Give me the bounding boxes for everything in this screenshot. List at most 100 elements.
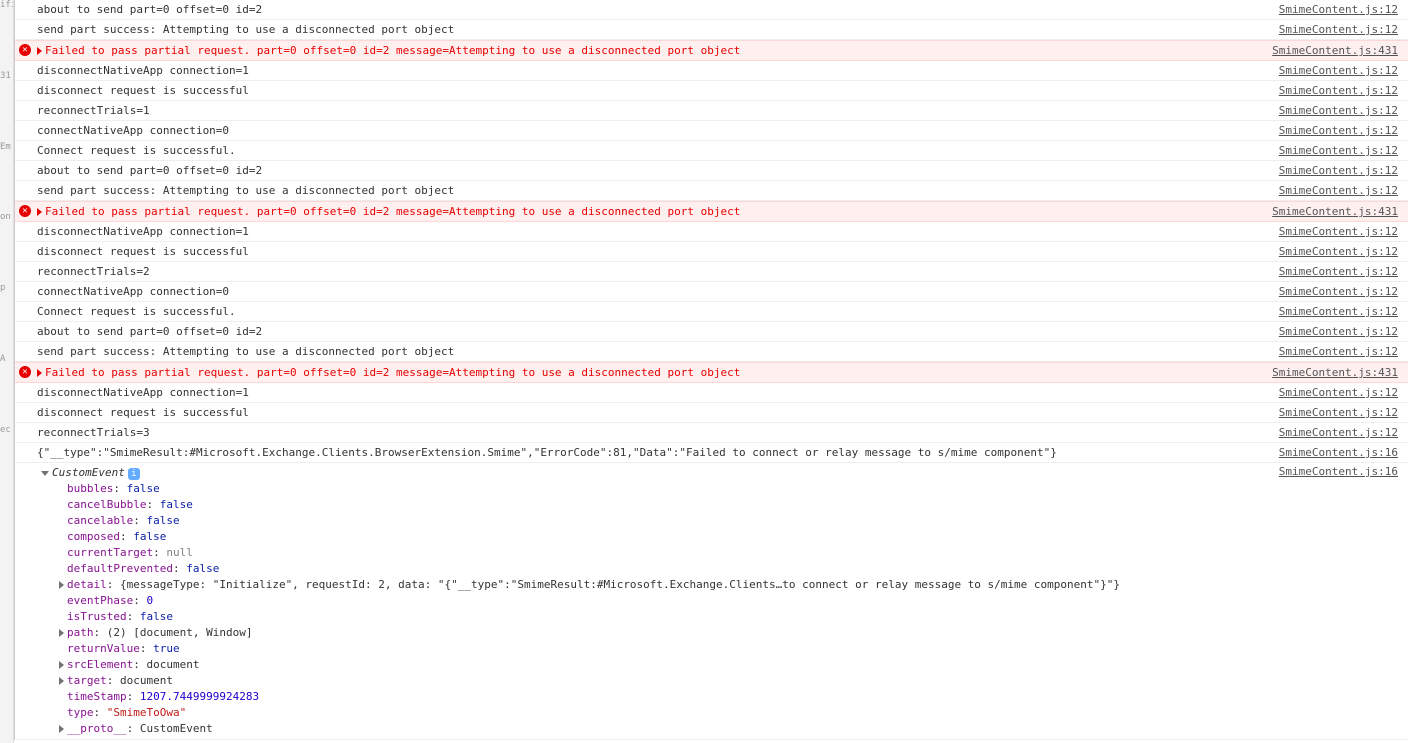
property-value: CustomEvent xyxy=(140,722,213,735)
log-message[interactable]: send part success: Attempting to use a d… xyxy=(35,183,1269,198)
object-class-name: CustomEvent xyxy=(52,466,125,479)
source-link[interactable]: SmimeContent.js:12 xyxy=(1279,245,1398,258)
source-link[interactable]: SmimeContent.js:12 xyxy=(1279,325,1398,338)
object-property[interactable]: currentTarget: null xyxy=(37,545,1269,561)
log-message[interactable]: disconnectNativeApp connection=1 xyxy=(35,63,1269,78)
log-message[interactable]: Failed to pass partial request. part=0 o… xyxy=(35,365,1262,380)
object-property[interactable]: detail: {messageType: "Initialize", requ… xyxy=(37,577,1269,593)
expand-arrow-icon[interactable] xyxy=(37,369,42,377)
source-link[interactable]: SmimeContent.js:12 xyxy=(1279,144,1398,157)
object-property[interactable]: target: document xyxy=(37,673,1269,689)
source-link[interactable]: SmimeContent.js:12 xyxy=(1279,164,1398,177)
source-link[interactable]: SmimeContent.js:431 xyxy=(1272,44,1398,57)
expand-arrow-icon[interactable] xyxy=(59,661,64,669)
log-message[interactable]: Failed to pass partial request. part=0 o… xyxy=(35,204,1262,219)
log-message[interactable]: Failed to pass partial request. part=0 o… xyxy=(35,43,1262,58)
info-badge-icon[interactable]: i xyxy=(128,468,140,480)
source-link[interactable]: SmimeContent.js:12 xyxy=(1279,426,1398,439)
collapse-arrow-icon[interactable] xyxy=(41,471,49,476)
expand-arrow-icon[interactable] xyxy=(59,677,64,685)
log-message[interactable]: disconnect request is successful xyxy=(35,405,1269,420)
log-message[interactable]: send part success: Attempting to use a d… xyxy=(35,22,1269,37)
source-link-cell: SmimeContent.js:16 xyxy=(1269,445,1404,460)
source-link-cell: SmimeContent.js:12 xyxy=(1269,143,1404,158)
log-message[interactable]: {"__type":"SmimeResult:#Microsoft.Exchan… xyxy=(35,445,1269,460)
source-link[interactable]: SmimeContent.js:12 xyxy=(1279,3,1398,16)
source-link[interactable]: SmimeContent.js:12 xyxy=(1279,84,1398,97)
object-tree[interactable]: CustomEventibubbles: falsecancelBubble: … xyxy=(35,465,1269,737)
source-link-cell: SmimeContent.js:16 xyxy=(1269,465,1404,737)
console-log-row: disconnect request is successful SmimeCon… xyxy=(15,81,1408,101)
console-log-row: about to send part=0 offset=0 id=2 SmimeC… xyxy=(15,161,1408,181)
source-link[interactable]: SmimeContent.js:431 xyxy=(1272,366,1398,379)
log-message[interactable]: connectNativeApp connection=0 xyxy=(35,123,1269,138)
object-property[interactable]: __proto__: CustomEvent xyxy=(37,721,1269,737)
source-link[interactable]: SmimeContent.js:16 xyxy=(1279,465,1398,478)
source-link[interactable]: SmimeContent.js:12 xyxy=(1279,305,1398,318)
console-log-row: disconnect request is successful SmimeCon… xyxy=(15,242,1408,262)
object-property[interactable]: eventPhase: 0 xyxy=(37,593,1269,609)
expanded-object-row: CustomEventibubbles: falsecancelBubble: … xyxy=(15,463,1408,740)
log-message[interactable]: connectNativeApp connection=0 xyxy=(35,284,1269,299)
console-log-row: reconnectTrials=3 SmimeContent.js:12 xyxy=(15,423,1408,443)
source-link[interactable]: SmimeContent.js:12 xyxy=(1279,345,1398,358)
log-message[interactable]: disconnectNativeApp connection=1 xyxy=(35,224,1269,239)
source-link-cell: SmimeContent.js:12 xyxy=(1269,425,1404,440)
source-link-cell: SmimeContent.js:12 xyxy=(1269,103,1404,118)
expand-arrow-icon[interactable] xyxy=(37,208,42,216)
log-message[interactable]: Connect request is successful. xyxy=(35,143,1269,158)
row-gutter xyxy=(15,465,35,737)
object-property[interactable]: defaultPrevented: false xyxy=(37,561,1269,577)
object-header[interactable]: CustomEventi xyxy=(37,465,1269,481)
console-log-row: send part success: Attempting to use a d… xyxy=(15,181,1408,201)
log-message[interactable]: reconnectTrials=2 xyxy=(35,264,1269,279)
source-link[interactable]: SmimeContent.js:12 xyxy=(1279,386,1398,399)
expand-arrow-icon[interactable] xyxy=(59,725,64,733)
source-link[interactable]: SmimeContent.js:12 xyxy=(1279,124,1398,137)
property-value: 1207.7449999924283 xyxy=(140,690,259,703)
source-link[interactable]: SmimeContent.js:12 xyxy=(1279,265,1398,278)
log-message[interactable]: disconnect request is successful xyxy=(35,83,1269,98)
log-message[interactable]: reconnectTrials=1 xyxy=(35,103,1269,118)
object-property[interactable]: timeStamp: 1207.7449999924283 xyxy=(37,689,1269,705)
log-message[interactable]: reconnectTrials=3 xyxy=(35,425,1269,440)
source-link[interactable]: SmimeContent.js:12 xyxy=(1279,406,1398,419)
object-property[interactable]: type: "SmimeToOwa" xyxy=(37,705,1269,721)
object-property[interactable]: cancelable: false xyxy=(37,513,1269,529)
object-property[interactable]: returnValue: true xyxy=(37,641,1269,657)
expand-arrow-icon[interactable] xyxy=(59,581,64,589)
log-message[interactable]: disconnect request is successful xyxy=(35,244,1269,259)
object-property[interactable]: cancelBubble: false xyxy=(37,497,1269,513)
object-property[interactable]: composed: false xyxy=(37,529,1269,545)
property-key: srcElement xyxy=(67,658,133,671)
source-link[interactable]: SmimeContent.js:12 xyxy=(1279,225,1398,238)
source-link[interactable]: SmimeContent.js:12 xyxy=(1279,285,1398,298)
property-value: true xyxy=(153,642,180,655)
object-property[interactable]: bubbles: false xyxy=(37,481,1269,497)
console-log-row: send part success: Attempting to use a d… xyxy=(15,20,1408,40)
leftbar-fragment: A xyxy=(0,294,13,365)
log-message[interactable]: about to send part=0 offset=0 id=2 xyxy=(35,324,1269,339)
object-property[interactable]: isTrusted: false xyxy=(37,609,1269,625)
error-icon: ✕ xyxy=(19,366,31,378)
log-message[interactable]: Connect request is successful. xyxy=(35,304,1269,319)
console-log-row: about to send part=0 offset=0 id=2 SmimeC… xyxy=(15,322,1408,342)
object-property[interactable]: srcElement: document xyxy=(37,657,1269,673)
source-link[interactable]: SmimeContent.js:16 xyxy=(1279,446,1398,459)
source-link-cell: SmimeContent.js:12 xyxy=(1269,344,1404,359)
source-link[interactable]: SmimeContent.js:12 xyxy=(1279,184,1398,197)
property-value: "SmimeToOwa" xyxy=(107,706,186,719)
source-link-cell: SmimeContent.js:431 xyxy=(1262,204,1404,219)
left-gutter-strip: ifie31EmonpAec xyxy=(0,0,14,743)
log-message[interactable]: about to send part=0 offset=0 id=2 xyxy=(35,2,1269,17)
log-message[interactable]: disconnectNativeApp connection=1 xyxy=(35,385,1269,400)
log-message[interactable]: about to send part=0 offset=0 id=2 xyxy=(35,163,1269,178)
expand-arrow-icon[interactable] xyxy=(37,47,42,55)
expand-arrow-icon[interactable] xyxy=(59,629,64,637)
source-link[interactable]: SmimeContent.js:12 xyxy=(1279,104,1398,117)
source-link[interactable]: SmimeContent.js:12 xyxy=(1279,64,1398,77)
source-link[interactable]: SmimeContent.js:12 xyxy=(1279,23,1398,36)
source-link[interactable]: SmimeContent.js:431 xyxy=(1272,205,1398,218)
log-message[interactable]: send part success: Attempting to use a d… xyxy=(35,344,1269,359)
object-property[interactable]: path: (2) [document, Window] xyxy=(37,625,1269,641)
